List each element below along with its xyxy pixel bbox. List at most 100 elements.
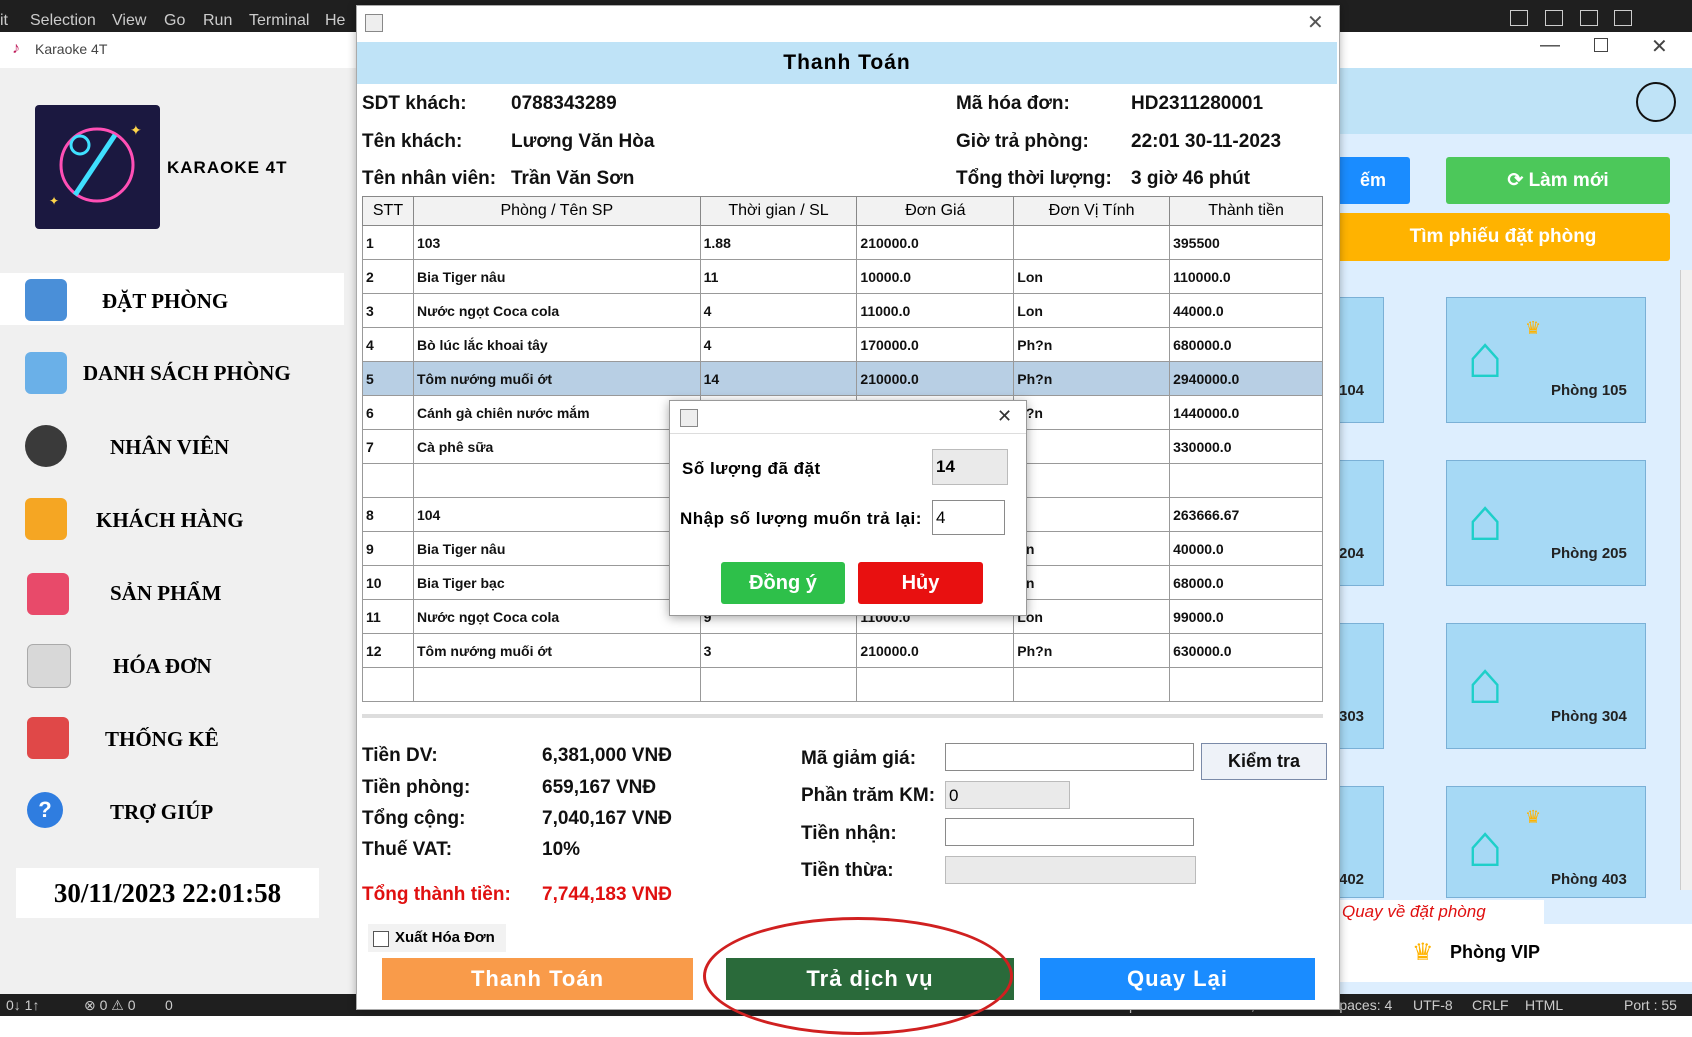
search-button[interactable]: ếm bbox=[1336, 157, 1410, 204]
customer-label: Tên khách: bbox=[362, 131, 463, 152]
employee-icon bbox=[25, 425, 67, 467]
toggle-panel-icon[interactable] bbox=[1545, 10, 1563, 26]
table-cell: 3 bbox=[699, 633, 858, 668]
change-label: Tiền thừa: bbox=[801, 860, 894, 881]
nav-help-label: TRỢ GIÚP bbox=[110, 800, 214, 824]
employee-value: Trần Văn Sơn bbox=[511, 168, 635, 189]
menu-help[interactable]: He bbox=[325, 12, 345, 30]
col-header[interactable]: Thời gian / SL bbox=[699, 196, 858, 226]
table-cell: Cà phê sữa bbox=[412, 429, 701, 464]
status-problems[interactable]: ⊗ 0 ⚠ 0 bbox=[84, 997, 136, 1014]
table-cell: 263666.67 bbox=[1169, 497, 1323, 532]
room-card[interactable]: ⌂ Phòng 205 bbox=[1446, 460, 1646, 586]
vat-label: Thuế VAT: bbox=[362, 839, 453, 860]
toggle-secondary-icon[interactable] bbox=[1580, 10, 1598, 26]
room-card[interactable]: ⌂ ♛ Phòng 403 bbox=[1446, 786, 1646, 898]
room-label: 402 bbox=[1339, 871, 1365, 888]
col-header[interactable]: STT bbox=[362, 196, 414, 226]
table-cell: 4 bbox=[362, 327, 414, 362]
status-info[interactable]: 0 bbox=[165, 997, 173, 1013]
status-port[interactable]: Port : 55 bbox=[1624, 997, 1677, 1013]
nav-employee[interactable]: NHÂN VIÊN bbox=[0, 421, 344, 473]
table-cell: Lon bbox=[1013, 293, 1171, 328]
vip-tab[interactable]: ♛ Phòng VIP bbox=[1336, 924, 1692, 982]
pay-button[interactable]: Thanh Toán bbox=[382, 958, 693, 1000]
nav-invoice-label: HÓA ĐƠN bbox=[113, 654, 212, 678]
find-booking-button[interactable]: Tìm phiếu đặt phòng bbox=[1336, 213, 1670, 261]
discount-percent-label: Phần trăm KM: bbox=[801, 785, 936, 806]
received-input[interactable] bbox=[945, 818, 1194, 846]
status-eol[interactable]: CRLF bbox=[1472, 997, 1509, 1013]
discount-code-input[interactable] bbox=[945, 743, 1194, 771]
room-card[interactable]: 104 bbox=[1336, 297, 1384, 423]
room-card[interactable]: 303 bbox=[1336, 623, 1384, 749]
room-card[interactable]: ⌂ ♛ Phòng 105 bbox=[1446, 297, 1646, 423]
nav-employee-label: NHÂN VIÊN bbox=[110, 435, 230, 459]
col-header[interactable]: Đơn Vị Tính bbox=[1013, 196, 1171, 226]
close-window-icon[interactable]: ✕ bbox=[1651, 34, 1668, 59]
clock: 30/11/2023 22:01:58 bbox=[16, 868, 319, 918]
minimize-icon[interactable]: — bbox=[1540, 34, 1560, 57]
table-cell: 4 bbox=[699, 327, 858, 362]
table-cell bbox=[412, 667, 701, 702]
close-dialog-icon[interactable]: ✕ bbox=[1307, 10, 1324, 35]
ordered-quantity-label: Số lượng đã đặt bbox=[682, 459, 821, 478]
table-cell bbox=[1013, 463, 1171, 498]
nav-statistics[interactable]: THỐNG KÊ bbox=[0, 713, 344, 765]
nav-help[interactable]: ? TRỢ GIÚP bbox=[0, 786, 344, 838]
refresh-button[interactable]: ⟳ Làm mới bbox=[1446, 157, 1670, 204]
nav-customer[interactable]: KHÁCH HÀNG bbox=[0, 494, 344, 546]
maximize-icon[interactable] bbox=[1594, 38, 1608, 52]
table-cell: 12 bbox=[362, 633, 414, 668]
check-discount-button[interactable]: Kiểm tra bbox=[1201, 743, 1327, 780]
status-encoding[interactable]: UTF-8 bbox=[1413, 997, 1453, 1013]
cancel-button[interactable]: Hủy bbox=[858, 562, 983, 604]
table-cell: 8 bbox=[362, 497, 414, 532]
nav-product[interactable]: SẢN PHẨM bbox=[0, 567, 344, 619]
table-row[interactable]: 12 Tôm nướng muối ớt 3 210000.0 Ph?n 630000.0 bbox=[362, 633, 1323, 668]
table-row[interactable]: 2 Bia Tiger nâu 11 10000.0 Lon 110000.0 bbox=[362, 259, 1323, 294]
col-header[interactable]: Đơn Giá bbox=[856, 196, 1015, 226]
grand-total-value: 7,744,183 VNĐ bbox=[542, 884, 672, 905]
table-cell: 104 bbox=[412, 497, 701, 532]
toggle-sidebar-icon[interactable] bbox=[1510, 10, 1528, 26]
close-dialog-icon[interactable]: ✕ bbox=[997, 406, 1012, 427]
menu-go[interactable]: Go bbox=[164, 12, 185, 30]
menu-selection[interactable]: Selection bbox=[30, 12, 96, 30]
room-card[interactable]: 402 bbox=[1336, 786, 1384, 898]
red-highlight-annotation bbox=[703, 917, 1013, 1035]
col-header[interactable]: Thành tiền bbox=[1169, 196, 1323, 226]
table-cell: Cánh gà chiên nước mắm bbox=[412, 395, 701, 430]
table-cell bbox=[1013, 667, 1171, 702]
export-invoice-checkbox[interactable] bbox=[373, 931, 389, 947]
table-row[interactable]: 5 Tôm nướng muối ớt 14 210000.0 Ph?n 2940000.… bbox=[362, 361, 1323, 396]
nav-invoice[interactable]: HÓA ĐƠN bbox=[0, 640, 344, 692]
table-row[interactable]: 4 Bò lúc lắc khoai tây 4 170000.0 Ph?n 680000… bbox=[362, 327, 1323, 362]
export-invoice-checkbox-row[interactable]: Xuất Hóa Đơn bbox=[368, 924, 506, 952]
back-to-booking-link[interactable]: Quay về đặt phòng bbox=[1336, 900, 1544, 924]
back-button[interactable]: Quay Lại bbox=[1040, 958, 1315, 1000]
table-row[interactable]: 1 103 1.88 210000.0 395500 bbox=[362, 225, 1323, 260]
confirm-button[interactable]: Đồng ý bbox=[721, 562, 845, 604]
status-language[interactable]: HTML bbox=[1525, 997, 1563, 1013]
app-icon: ♪ bbox=[12, 40, 20, 57]
table-row[interactable] bbox=[362, 667, 1323, 702]
rooms-scrollbar[interactable] bbox=[1680, 270, 1692, 890]
menu-run[interactable]: Run bbox=[203, 12, 232, 30]
layout-icon[interactable] bbox=[1614, 10, 1632, 26]
menu-view[interactable]: View bbox=[112, 12, 146, 30]
table-cell: h?n bbox=[1013, 395, 1171, 430]
return-quantity-input[interactable] bbox=[932, 500, 1005, 535]
col-header[interactable]: Phòng / Tên SP bbox=[412, 196, 701, 226]
user-account-icon[interactable] bbox=[1636, 82, 1676, 122]
room-card[interactable]: ⌂ Phòng 304 bbox=[1446, 623, 1646, 749]
java-icon bbox=[365, 14, 383, 32]
menu-edit[interactable]: it bbox=[0, 12, 8, 30]
menu-terminal[interactable]: Terminal bbox=[249, 12, 309, 30]
status-ports[interactable]: 0↓ 1↑ bbox=[6, 997, 39, 1013]
room-card[interactable]: 204 bbox=[1336, 460, 1384, 586]
nav-booking[interactable]: ĐẶT PHÒNG bbox=[0, 275, 344, 327]
room-label: Phòng 105 bbox=[1551, 382, 1627, 399]
table-row[interactable]: 3 Nước ngọt Coca cola 4 11000.0 Lon 44000.0 bbox=[362, 293, 1323, 328]
nav-room-list[interactable]: DANH SÁCH PHÒNG bbox=[0, 348, 344, 400]
